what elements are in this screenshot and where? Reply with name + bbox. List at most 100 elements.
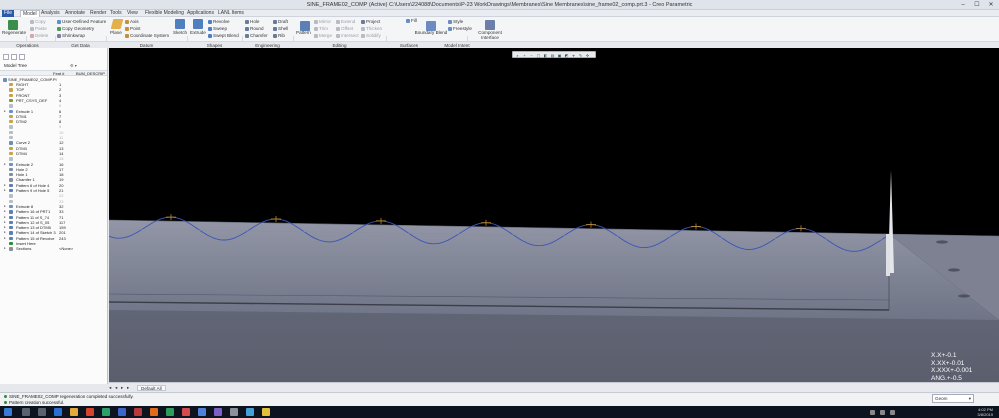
tree-settings-icon[interactable]: ⚙ ▾ — [70, 63, 77, 68]
thicken-button[interactable]: Thicken — [361, 26, 382, 32]
swept-blend-button[interactable]: Swept Blend — [208, 33, 239, 39]
chamfer-button[interactable]: Chamfer — [245, 33, 268, 39]
feat-number-column[interactable]: Feat # — [53, 71, 64, 76]
group-get-data[interactable]: Get Data — [55, 41, 106, 48]
close-icon[interactable]: ✕ — [984, 1, 998, 9]
shell-button[interactable]: Shell — [273, 26, 288, 32]
hole-button[interactable]: Hole — [245, 19, 259, 25]
project-button[interactable]: Project — [361, 19, 380, 25]
plane-button[interactable]: Plane — [110, 30, 122, 36]
component-interface-button[interactable]: Component Interface — [472, 30, 508, 40]
onenote-icon[interactable] — [214, 408, 222, 416]
layer-state-tab[interactable]: Default All — [137, 385, 166, 391]
nav-next-icon[interactable]: ▸ — [121, 385, 123, 391]
tab-view[interactable]: View — [125, 10, 140, 17]
windows-start-icon[interactable] — [4, 408, 12, 416]
saved-views-icon[interactable]: ▤ — [550, 53, 555, 58]
creo-icon[interactable] — [166, 408, 174, 416]
shrinkwrap-button[interactable]: Shrinkwrap — [57, 33, 85, 39]
intersect-button[interactable]: Intersect — [336, 33, 359, 39]
copy-button[interactable]: Copy — [30, 19, 46, 25]
display-style-icon[interactable]: ◧ — [543, 53, 548, 58]
merge-button[interactable]: Merge — [314, 33, 332, 39]
tree-feature-row[interactable]: ▸ Sections <None> — [2, 246, 107, 251]
group-surfaces[interactable]: Surfaces — [386, 41, 432, 48]
copy-geometry-button[interactable]: Copy Geometry — [57, 26, 94, 32]
delete-button[interactable]: Delete — [30, 33, 48, 39]
solidify-button[interactable]: Solidify — [361, 33, 381, 39]
tab-lanl-items[interactable]: LANL Items — [216, 10, 246, 17]
network-icon[interactable] — [880, 410, 885, 415]
sketch-button[interactable]: Sketch — [173, 30, 187, 36]
group-model-intent[interactable]: Model Intent — [432, 41, 482, 48]
tab-flexible-modeling[interactable]: Flexible Modeling — [143, 10, 186, 17]
tab-render[interactable]: Render — [88, 10, 108, 17]
offset-button[interactable]: Offset — [336, 26, 353, 32]
minimize-icon[interactable]: – — [956, 1, 970, 9]
office-icon[interactable] — [86, 408, 94, 416]
trim-button[interactable]: Trim — [314, 26, 328, 32]
udf-button[interactable]: User-Defined Feature — [57, 19, 106, 25]
datum-display-icon[interactable]: ⌖ — [571, 53, 576, 58]
tab-tools[interactable]: Tools — [108, 10, 124, 17]
group-engineering[interactable]: Engineering — [242, 41, 293, 48]
annotation-display-icon[interactable]: ✎ — [578, 53, 583, 58]
selection-filter[interactable]: Geom ▾ — [932, 394, 974, 403]
axis-button[interactable]: Axis — [125, 19, 139, 25]
plane-icon[interactable] — [110, 19, 124, 29]
pattern-button[interactable]: Pattern — [296, 30, 311, 36]
skype-icon[interactable] — [246, 408, 254, 416]
boundary-blend-button[interactable]: Boundary Blend — [414, 30, 448, 40]
nav-last-icon[interactable]: ▸ — [127, 385, 129, 391]
nav-prev-icon[interactable]: ◂ — [115, 385, 117, 391]
search-icon[interactable] — [22, 408, 30, 416]
tab-analysis[interactable]: Analysis — [39, 10, 62, 17]
file-explorer-icon[interactable] — [70, 408, 78, 416]
app-icon[interactable] — [230, 408, 238, 416]
paste-button[interactable]: Paste — [30, 26, 47, 32]
sticky-notes-icon[interactable] — [262, 408, 270, 416]
draft-button[interactable]: Draft — [273, 19, 288, 25]
folder-browser-tab-icon[interactable] — [11, 54, 17, 60]
tab-model[interactable]: Model — [20, 10, 40, 17]
favorites-tab-icon[interactable] — [19, 54, 25, 60]
regenerate-icon[interactable] — [8, 20, 18, 30]
group-operations[interactable]: Operations — [0, 41, 55, 48]
revolve-button[interactable]: Revolve — [208, 19, 230, 25]
extrude-icon[interactable] — [193, 19, 203, 29]
bum-descrip-column[interactable]: BUM_DESCRIP — [76, 71, 105, 76]
acrobat-icon[interactable] — [134, 408, 142, 416]
excel-icon[interactable] — [102, 408, 110, 416]
taskbar-clock[interactable]: 4:02 PM 3/8/2019 — [977, 407, 993, 417]
style-button[interactable]: Style — [448, 19, 463, 25]
coordinate-system-button[interactable]: Coordinate System — [125, 33, 169, 39]
expand-icon[interactable]: ▸ — [4, 246, 6, 251]
round-button[interactable]: Round — [245, 26, 264, 32]
repaint-icon[interactable]: ▢ — [536, 53, 541, 58]
refit-icon[interactable]: ⌕ — [515, 53, 520, 58]
sweep-button[interactable]: Sweep — [208, 26, 227, 32]
view-manager-icon[interactable]: ▣ — [557, 53, 562, 58]
maximize-icon[interactable]: ☐ — [970, 1, 984, 9]
tray-icon[interactable] — [870, 410, 875, 415]
model-tree-tab-icon[interactable] — [3, 54, 9, 60]
extend-button[interactable]: Extend — [336, 19, 355, 25]
outlook-icon[interactable] — [198, 408, 206, 416]
tab-file[interactable]: File — [2, 10, 15, 17]
group-shapes[interactable]: Shapes — [187, 41, 242, 48]
rib-button[interactable]: Rib — [273, 33, 285, 39]
chrome-icon[interactable] — [182, 408, 190, 416]
firefox-icon[interactable] — [150, 408, 158, 416]
perspective-icon[interactable]: ◩ — [564, 53, 569, 58]
spin-center-icon[interactable]: ✣ — [585, 53, 590, 58]
regenerate-button[interactable]: Regenerate — [2, 30, 26, 36]
zoom-in-icon[interactable]: + — [522, 53, 527, 58]
extrude-button[interactable]: Extrude — [190, 30, 206, 36]
component-interface-icon[interactable] — [485, 20, 495, 30]
tab-annotate[interactable]: Annotate — [63, 10, 87, 17]
zoom-out-icon[interactable]: − — [529, 53, 534, 58]
word-icon[interactable] — [118, 408, 126, 416]
edge-browser-icon[interactable] — [54, 408, 62, 416]
task-view-icon[interactable] — [38, 408, 46, 416]
volume-icon[interactable] — [890, 410, 895, 415]
